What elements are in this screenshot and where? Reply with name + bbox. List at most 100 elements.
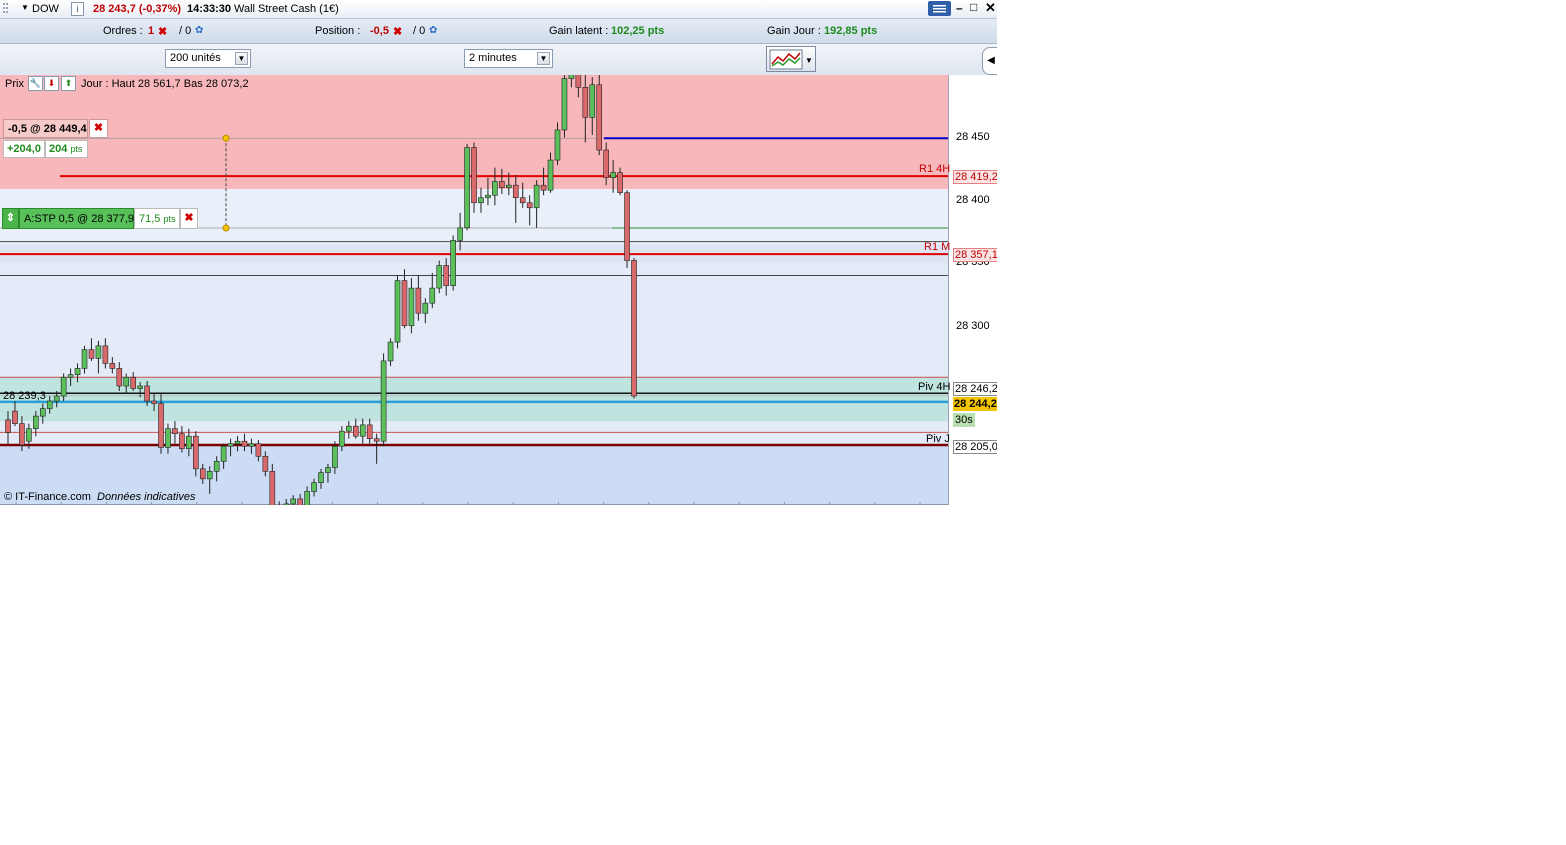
- period-select[interactable]: 2 minutes ▼: [464, 49, 553, 68]
- position-panel[interactable]: -0,5 @ 28 449,4 ✖ +204,0 204 pts: [3, 119, 108, 159]
- candle-body: [450, 240, 456, 286]
- candle-body: [492, 181, 498, 196]
- close-position-button[interactable]: ✖: [89, 119, 108, 138]
- candle-body: [109, 363, 116, 369]
- position-close-icon[interactable]: ✖: [393, 25, 402, 38]
- menu-icon[interactable]: [928, 1, 951, 16]
- candle-body: [26, 428, 32, 442]
- candle-body: [436, 265, 443, 289]
- candle-body: [471, 147, 477, 204]
- candle-body: [339, 430, 345, 447]
- candle-body: [499, 181, 505, 189]
- candle-body: [39, 408, 46, 417]
- position-details[interactable]: -0,5 @ 28 449,4: [3, 119, 88, 138]
- piv-4h-label: Piv 4H: [918, 381, 951, 393]
- candle-body: [116, 368, 123, 387]
- candle-body: [603, 149, 609, 178]
- candle-body: [88, 349, 95, 359]
- candle-body: [46, 400, 53, 409]
- orders-count[interactable]: 1: [148, 25, 154, 37]
- orders-cancel-icon[interactable]: ✖: [158, 25, 167, 38]
- candle-body: [199, 468, 206, 480]
- chart-tools-icon: ▼: [769, 49, 813, 70]
- candle-body: [137, 385, 143, 389]
- symbol-label[interactable]: DOW: [32, 3, 59, 15]
- current-price-tag: 28 244,2: [953, 397, 997, 411]
- pivot-zone: [0, 377, 948, 422]
- close-icon[interactable]: ✕: [985, 0, 996, 16]
- candle-body: [297, 498, 303, 505]
- r1-m-price-tag: 28 357,1: [953, 248, 997, 262]
- time-label: 14:33:30: [187, 3, 232, 15]
- r1-4h-label: R1 4H: [919, 163, 951, 175]
- candle-body: [464, 147, 470, 229]
- copyright-label: © IT-Finance.com Données indicatives: [4, 491, 195, 503]
- stop-order-panel[interactable]: ⇕ A:STP 0,5 @ 28 377,9 71,5 pts ✖: [2, 208, 198, 229]
- candle-body: [290, 498, 296, 505]
- candle-body: [5, 419, 11, 433]
- candle-body: [617, 172, 623, 194]
- candle-body: [332, 445, 338, 468]
- units-select[interactable]: 200 unités ▼: [165, 49, 251, 68]
- chevron-down-icon[interactable]: ▼: [537, 52, 550, 65]
- arrow-down-icon[interactable]: ⬇: [44, 76, 59, 91]
- candle-body: [130, 376, 137, 389]
- candle-body: [547, 159, 554, 191]
- candle-body: [380, 360, 387, 442]
- position-other: / 0: [413, 25, 426, 37]
- entry-handle: [222, 134, 230, 142]
- title-bar: ▼ DOW i 28 243,7 (-0,37%) 14:33:30 Wall …: [0, 0, 997, 19]
- stop-order-label[interactable]: A:STP 0,5 @ 28 377,9: [19, 208, 134, 229]
- position-gain-pts-unit: pts: [70, 144, 83, 154]
- r1-4h-price-tag: 28 419,2: [953, 170, 997, 184]
- candle-body: [283, 503, 290, 505]
- grip-icon[interactable]: [2, 2, 10, 18]
- cancel-stop-button[interactable]: ✖: [180, 208, 198, 229]
- candle-body: [19, 423, 25, 446]
- countdown-tag: 30s: [953, 413, 975, 427]
- candle-body: [172, 428, 178, 434]
- price-tick: 28 300: [956, 320, 990, 332]
- wrench-icon[interactable]: 🔧: [28, 76, 43, 91]
- price-chart[interactable]: [0, 75, 997, 505]
- position-settings-icon[interactable]: ✿: [429, 25, 437, 36]
- candle-body: [186, 435, 192, 450]
- copyright-disclaimer: Données indicatives: [97, 491, 196, 503]
- minimize-icon[interactable]: –: [956, 1, 963, 15]
- gain-latent-label: Gain latent :: [549, 25, 609, 37]
- orders-settings-icon[interactable]: ✿: [195, 25, 203, 36]
- candle-body: [589, 84, 596, 118]
- chevron-down-icon[interactable]: ▼: [235, 52, 248, 65]
- candle-body: [179, 433, 185, 450]
- copyright-source: © IT-Finance.com: [4, 491, 91, 503]
- gain-latent-value: 102,25 pts: [611, 25, 665, 37]
- candle-body: [227, 443, 234, 447]
- symbol-dropdown-icon[interactable]: ▼: [21, 3, 29, 12]
- candle-body: [540, 184, 547, 191]
- position-value[interactable]: -0,5: [370, 25, 389, 37]
- candle-body: [318, 472, 324, 483]
- period-select-value: 2 minutes: [469, 52, 517, 64]
- candle-body: [631, 260, 637, 397]
- price-tick: 28 400: [956, 194, 990, 206]
- prix-label[interactable]: Prix: [5, 78, 24, 90]
- position-gain: +204,0: [3, 140, 45, 158]
- chart-toolbar: 200 unités ▼ 2 minutes ▼ ▼ ◀: [0, 44, 997, 76]
- candle-body: [192, 435, 199, 470]
- candle-body: [248, 443, 255, 447]
- account-info-bar: Ordres : 1 ✖ / 0 ✿ Position : -0,5 ✖ / 0…: [0, 19, 997, 44]
- maximize-icon[interactable]: □: [970, 0, 977, 14]
- info-icon[interactable]: i: [71, 2, 84, 16]
- candle-body: [33, 415, 39, 429]
- chart-tools-button[interactable]: ▼: [766, 46, 816, 72]
- candle-body: [422, 302, 429, 314]
- candle-body: [206, 471, 213, 480]
- candle-body: [401, 280, 408, 327]
- candle-body: [220, 445, 227, 462]
- left-level-label: 28 239,3: [3, 390, 46, 402]
- stop-drag-handle[interactable]: ⇕: [2, 208, 19, 229]
- arrow-up-icon[interactable]: ⬆: [61, 76, 76, 91]
- candle-body: [624, 192, 630, 261]
- side-panel-toggle-icon[interactable]: ◀: [982, 47, 997, 75]
- position-gain-pts: 204 pts: [45, 140, 88, 158]
